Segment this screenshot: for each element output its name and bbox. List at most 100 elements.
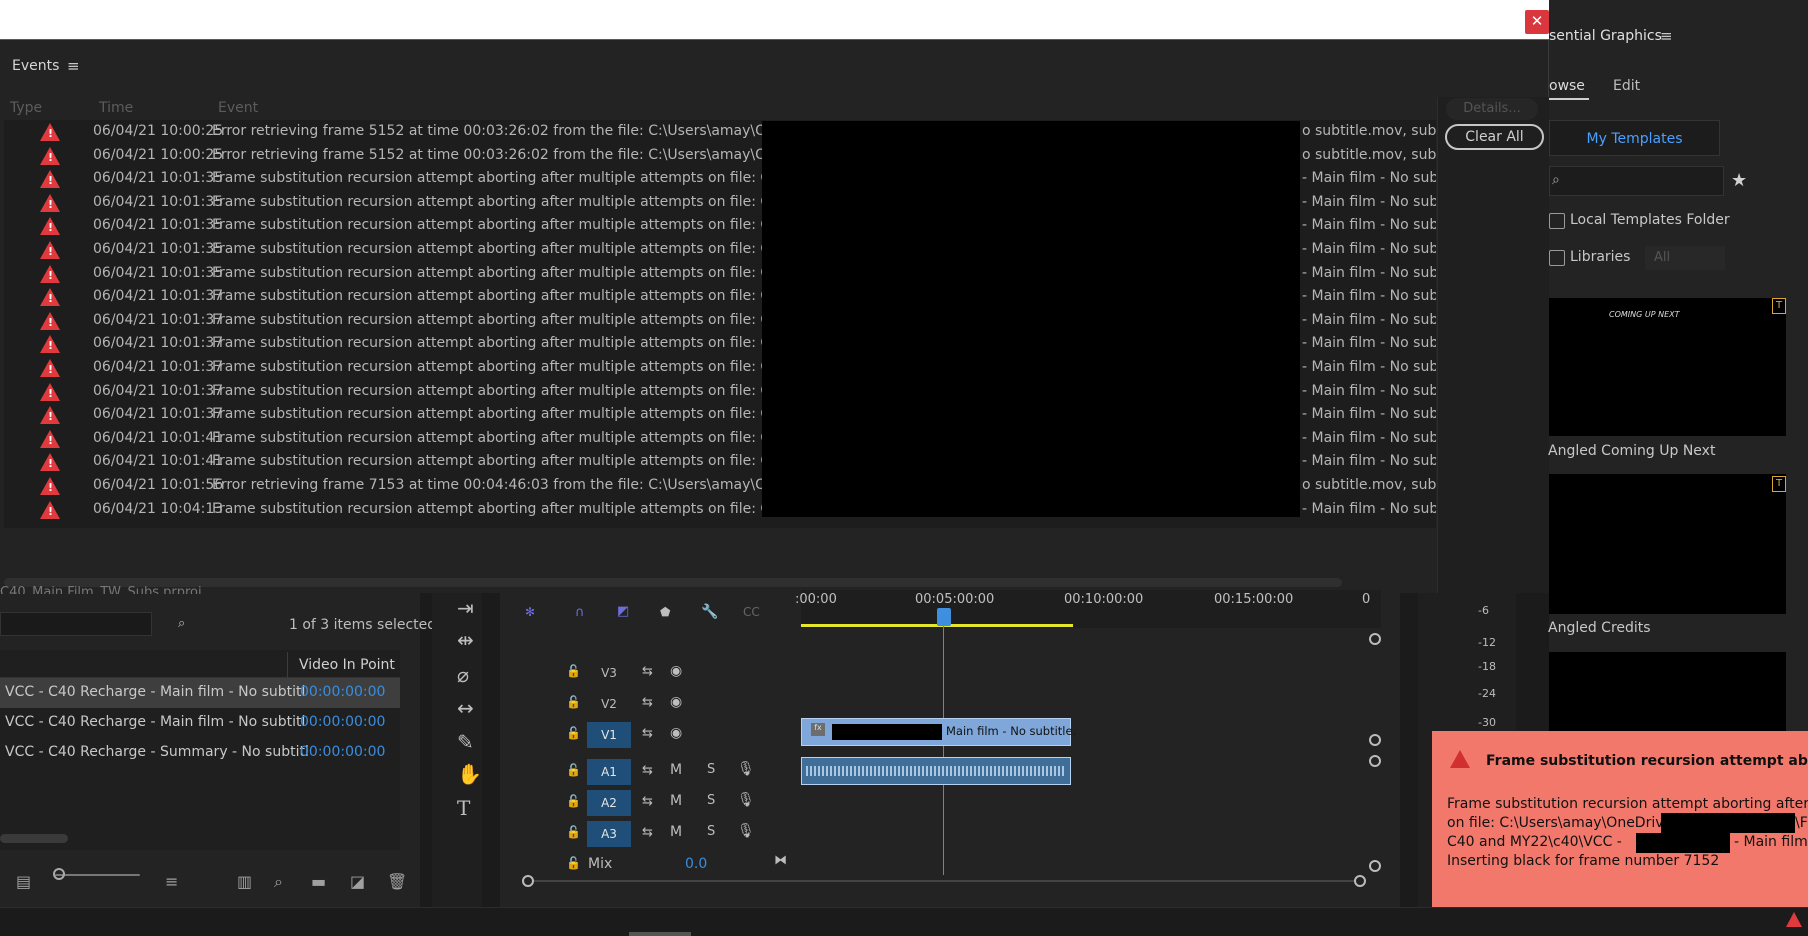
details-button[interactable]: Details... [1446, 98, 1538, 120]
sync-lock-icon[interactable]: ⇆ [642, 726, 653, 741]
razor-icon[interactable]: ⌀ [457, 663, 469, 687]
mute-button[interactable]: M [670, 824, 682, 840]
libraries-checkbox[interactable] [1549, 250, 1565, 266]
track-header-a3[interactable]: 🔓 A3 ⇆ M S 🎙 [507, 818, 800, 848]
warning-icon[interactable] [1786, 912, 1802, 927]
track-label[interactable]: V3 [587, 660, 631, 686]
solo-button[interactable]: S [707, 762, 715, 777]
list-view-icon[interactable]: ▤ [16, 872, 31, 891]
microphone-icon[interactable]: 🎙 [737, 761, 755, 777]
sync-lock-icon[interactable]: ⇆ [642, 794, 653, 809]
track-header-a2[interactable]: 🔓 A2 ⇆ M S 🎙 [507, 787, 800, 817]
column-divider[interactable] [287, 652, 288, 678]
scrollbar-handle[interactable] [1369, 860, 1381, 872]
new-item-icon[interactable]: ◪ [350, 872, 365, 891]
lock-icon[interactable]: 🔓 [566, 794, 581, 808]
sort-icon[interactable]: ≡ [165, 872, 178, 891]
sync-lock-icon[interactable]: ⇆ [642, 763, 653, 778]
item-in-point[interactable]: 00:00:00:00 [300, 744, 385, 760]
solo-button[interactable]: S [707, 793, 715, 808]
eg-search-input[interactable] [1549, 166, 1724, 196]
star-icon[interactable]: ★ [1731, 170, 1747, 191]
horizontal-scrollbar[interactable] [0, 834, 68, 843]
local-templates-checkbox[interactable] [1549, 213, 1565, 229]
zoom-scroll-bar[interactable] [534, 880, 1354, 882]
zoom-slider[interactable] [55, 874, 140, 876]
project-item-row[interactable]: VCC - C40 Recharge - Summary - No subtit… [0, 738, 400, 768]
column-header-type[interactable]: Type [10, 100, 42, 116]
microphone-icon[interactable]: 🎙 [737, 823, 755, 839]
project-item-row[interactable]: VCC - C40 Recharge - Main film - No subt… [0, 708, 400, 738]
zoom-scroll-handle[interactable] [522, 875, 534, 887]
project-search-input[interactable] [0, 612, 152, 636]
pan-icon[interactable]: ⧓ [774, 853, 787, 868]
wrench-icon[interactable]: 🔧 [701, 604, 718, 620]
project-item-row[interactable]: VCC - C40 Recharge - Main film - No subt… [0, 678, 400, 708]
slip-icon[interactable]: ↔ [457, 696, 474, 720]
column-header-event[interactable]: Event [218, 100, 258, 116]
track-header-v2[interactable]: 🔓 V2 ⇆ ◉ [507, 688, 800, 718]
captions-icon[interactable]: CC [743, 605, 760, 619]
lock-icon[interactable]: 🔓 [566, 726, 581, 740]
mute-button[interactable]: M [670, 793, 682, 809]
add-marker-icon[interactable]: ⬟ [660, 605, 670, 619]
panel-menu-icon[interactable]: ≡ [1660, 27, 1673, 45]
find-icon[interactable]: ⌕ [274, 872, 283, 892]
zoom-scroll-handle[interactable] [1354, 875, 1366, 887]
automate-icon[interactable]: ▥ [237, 872, 252, 891]
lock-icon[interactable]: 🔓 [566, 763, 581, 777]
resize-grip[interactable] [629, 932, 691, 936]
sync-lock-icon[interactable]: ⇆ [642, 695, 653, 710]
scrollbar-handle[interactable] [1369, 755, 1381, 767]
solo-button[interactable]: S [707, 824, 715, 839]
hand-icon[interactable]: ✋ [457, 762, 482, 786]
dialog-titlebar[interactable] [0, 0, 1549, 40]
add-marker-active-icon[interactable]: ◩ [617, 604, 629, 619]
clear-all-button[interactable]: Clear All [1445, 124, 1544, 150]
linked-selection-icon[interactable]: ∩ [575, 605, 585, 620]
eye-icon[interactable]: ◉ [670, 663, 682, 679]
new-bin-icon[interactable]: ▬ [311, 872, 326, 891]
my-templates-button[interactable]: My Templates [1549, 120, 1720, 156]
search-icon[interactable]: ⌕ [178, 616, 185, 631]
tab-edit[interactable]: Edit [1613, 78, 1640, 94]
microphone-icon[interactable]: 🎙 [737, 792, 755, 808]
track-label[interactable]: V1 [587, 722, 631, 748]
sync-lock-icon[interactable]: ⇆ [642, 664, 653, 679]
template-thumbnail[interactable]: COMING UP NEXT [1549, 298, 1786, 436]
sync-lock-icon[interactable]: ⇆ [642, 825, 653, 840]
item-in-point[interactable]: 00:00:00:00 [300, 684, 385, 700]
close-button[interactable]: ✕ [1525, 10, 1549, 34]
track-header-v3[interactable]: 🔓 V3 ⇆ ◉ [507, 657, 800, 687]
panel-menu-icon[interactable]: ≡ [67, 57, 80, 75]
playhead-handle[interactable] [937, 608, 951, 626]
lock-icon[interactable]: 🔓 [566, 695, 581, 709]
track-header-v1[interactable]: 🔓 V1 ⇆ ◉ [507, 719, 800, 749]
eye-icon[interactable]: ◉ [670, 694, 682, 710]
horizontal-scrollbar[interactable] [4, 578, 1342, 587]
libraries-select[interactable]: All [1645, 246, 1725, 270]
mix-value[interactable]: 0.0 [685, 856, 707, 872]
lock-icon[interactable]: 🔓 [566, 664, 581, 678]
zoom-slider-handle[interactable] [53, 868, 65, 880]
track-label[interactable]: V2 [587, 691, 631, 717]
column-header-time[interactable]: Time [99, 100, 133, 116]
track-label[interactable]: A1 [587, 759, 631, 785]
track-header-a1[interactable]: 🔓 A1 ⇆ M S 🎙 [507, 756, 800, 786]
track-select-icon[interactable]: ⇥ [457, 596, 474, 620]
template-thumbnail[interactable] [1549, 652, 1786, 732]
template-thumbnail[interactable] [1549, 474, 1786, 614]
scrollbar-handle[interactable] [1369, 734, 1381, 746]
track-label[interactable]: A2 [587, 790, 631, 816]
lock-icon[interactable]: 🔓 [566, 856, 581, 870]
pen-icon[interactable]: ✎ [457, 730, 474, 754]
lock-icon[interactable]: 🔓 [566, 825, 581, 839]
trash-icon[interactable]: 🗑 [387, 872, 407, 891]
snap-icon[interactable]: ✻ [525, 605, 535, 619]
mute-button[interactable]: M [670, 762, 682, 778]
item-in-point[interactable]: 00:00:00:00 [300, 714, 385, 730]
column-header-video-in-point[interactable]: Video In Point [299, 657, 395, 673]
scrollbar-handle[interactable] [1369, 633, 1381, 645]
track-label[interactable]: A3 [587, 821, 631, 847]
eye-icon[interactable]: ◉ [670, 725, 682, 741]
